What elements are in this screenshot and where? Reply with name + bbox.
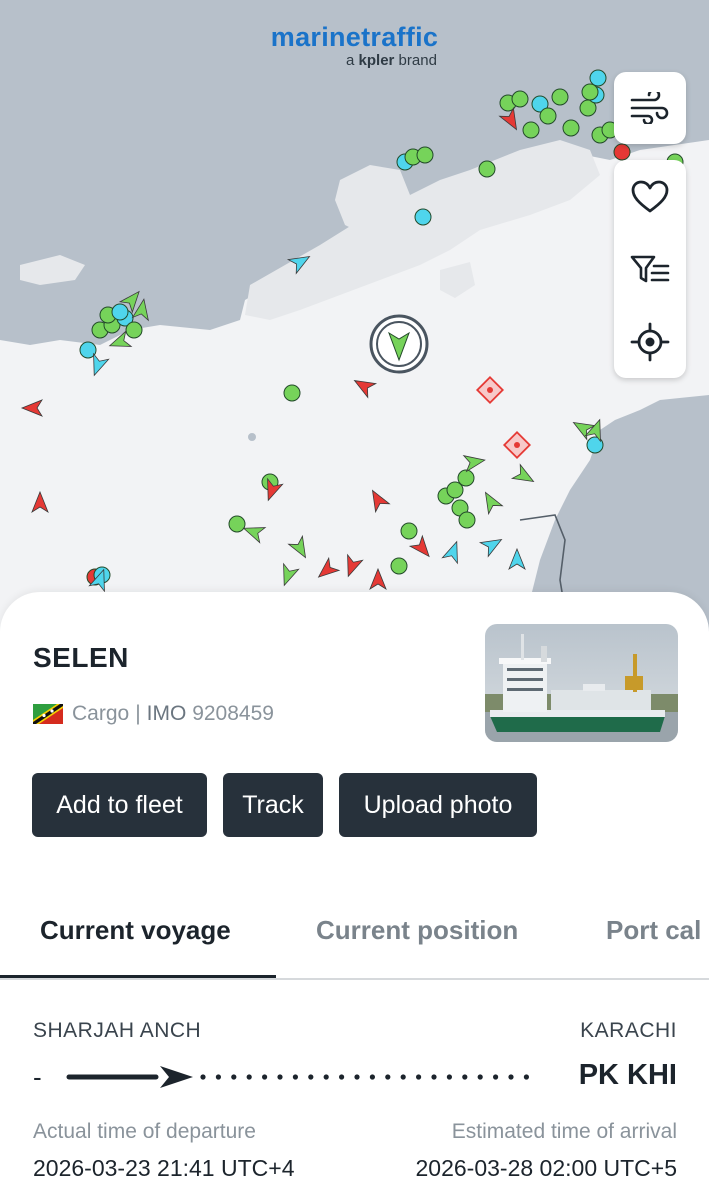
vessel-marker-arrow[interactable]: [366, 486, 391, 514]
logo-tagline-prefix: a: [346, 52, 355, 69]
vessel-marker-circle[interactable]: [511, 90, 529, 108]
vessel-marker-arrow[interactable]: [510, 463, 537, 489]
active-tab-indicator: [0, 975, 276, 978]
logo-tagline-brand: kpler: [358, 52, 395, 69]
imo-number: 9208459: [192, 702, 274, 725]
arrival-label: Estimated time of arrival: [451, 1120, 677, 1143]
vessel-map[interactable]: marinetraffic a kpler brand: [0, 0, 709, 650]
vessel-marker-arrow[interactable]: [286, 250, 313, 275]
wind-icon[interactable]: [614, 78, 686, 138]
heart-icon[interactable]: [614, 167, 686, 227]
vessel-marker-circle[interactable]: [522, 121, 540, 139]
marinetraffic-logo: marinetraffic a kpler brand: [0, 22, 709, 69]
meta-separator: |: [135, 702, 141, 725]
vessel-marker-arrow[interactable]: [478, 533, 505, 558]
vessel-marker-arrow[interactable]: [341, 553, 364, 579]
track-button[interactable]: Track: [223, 773, 323, 837]
vessel-marker-arrow[interactable]: [350, 374, 378, 399]
crosshair-icon[interactable]: [614, 312, 686, 372]
flag-icon: [33, 704, 63, 724]
arrival-time: 2026-03-28 02:00 UTC+5: [415, 1155, 677, 1181]
logo-wordmark: marinetraffic: [270, 22, 439, 52]
vessel-name: SELEN: [33, 642, 129, 673]
logo-tagline-suffix: brand: [398, 52, 437, 69]
filter-list-icon[interactable]: [614, 240, 686, 300]
navigation-aid-center: [487, 387, 493, 393]
vessel-marker-circle[interactable]: [551, 88, 569, 106]
vessel-marker-circle[interactable]: [125, 321, 143, 339]
navigation-aid-center: [514, 442, 520, 448]
origin-code: -: [33, 1062, 42, 1092]
vessel-marker-arrow[interactable]: [277, 562, 300, 588]
imo-label: IMO: [146, 702, 187, 725]
map-tools-panel: [614, 160, 686, 378]
vessel-marker-circle[interactable]: [458, 511, 476, 529]
vessel-photo[interactable]: [485, 624, 678, 742]
vessel-marker-circle[interactable]: [562, 119, 580, 137]
vessel-marker-circle[interactable]: [539, 107, 557, 125]
vessel-marker-circle[interactable]: [581, 83, 599, 101]
vessel-details-sheet: SELEN Cargo | IMO 9208459 Add to fleet T…: [0, 592, 709, 1199]
logo-tagline: a kpler brand: [346, 52, 437, 69]
vessel-marker-arrow[interactable]: [441, 539, 464, 565]
vessel-type: Cargo: [72, 702, 130, 725]
vessel-marker-circle[interactable]: [228, 515, 246, 533]
voyage-tabs: Current voyage Current position Port cal: [0, 887, 709, 980]
vessel-marker-circle[interactable]: [283, 384, 301, 402]
weather-control[interactable]: [614, 72, 686, 144]
vessel-marker-arrow[interactable]: [508, 547, 526, 570]
tab-current-voyage[interactable]: Current voyage: [40, 915, 231, 946]
vessel-marker-circle[interactable]: [478, 160, 496, 178]
origin-port: SHARJAH ANCH: [33, 1019, 202, 1042]
departure-label: Actual time of departure: [33, 1120, 256, 1143]
vessel-marker-arrow[interactable]: [498, 106, 524, 133]
tab-port-calls[interactable]: Port cal: [606, 915, 701, 946]
vessel-marker-arrow[interactable]: [369, 567, 387, 590]
vessel-marker-arrow[interactable]: [20, 399, 43, 417]
vessel-marker-circle[interactable]: [416, 146, 434, 164]
vessel-marker-circle[interactable]: [390, 557, 408, 575]
vessel-marker-circle[interactable]: [589, 69, 607, 87]
vessel-marker-arrow[interactable]: [408, 534, 435, 562]
vessel-marker-arrow[interactable]: [287, 534, 313, 561]
vessel-marker-arrow[interactable]: [313, 556, 341, 583]
destination-code: PK KHI: [578, 1059, 677, 1091]
vessel-marker-arrow[interactable]: [569, 416, 597, 441]
vessel-meta: Cargo | IMO 9208459: [33, 702, 274, 726]
vessel-marker-arrow[interactable]: [479, 488, 504, 516]
vessel-markers-layer[interactable]: [0, 0, 709, 650]
upload-photo-button[interactable]: Upload photo: [339, 773, 537, 837]
vessel-marker-arrow[interactable]: [462, 452, 486, 473]
vessel-marker-circle[interactable]: [613, 143, 631, 161]
vessel-marker-circle[interactable]: [457, 469, 475, 487]
destination-port: KARACHI: [580, 1019, 677, 1042]
vessel-marker-arrow[interactable]: [31, 490, 49, 513]
selected-vessel-marker[interactable]: [369, 314, 429, 374]
tab-current-position[interactable]: Current position: [316, 915, 518, 946]
vessel-marker-circle[interactable]: [400, 522, 418, 540]
voyage-progress-arrow: [66, 1066, 529, 1088]
vessel-marker-circle[interactable]: [414, 208, 432, 226]
vessel-marker-circle[interactable]: [111, 303, 129, 321]
add-to-fleet-button[interactable]: Add to fleet: [32, 773, 207, 837]
departure-time: 2026-03-23 21:41 UTC+4: [33, 1155, 295, 1181]
